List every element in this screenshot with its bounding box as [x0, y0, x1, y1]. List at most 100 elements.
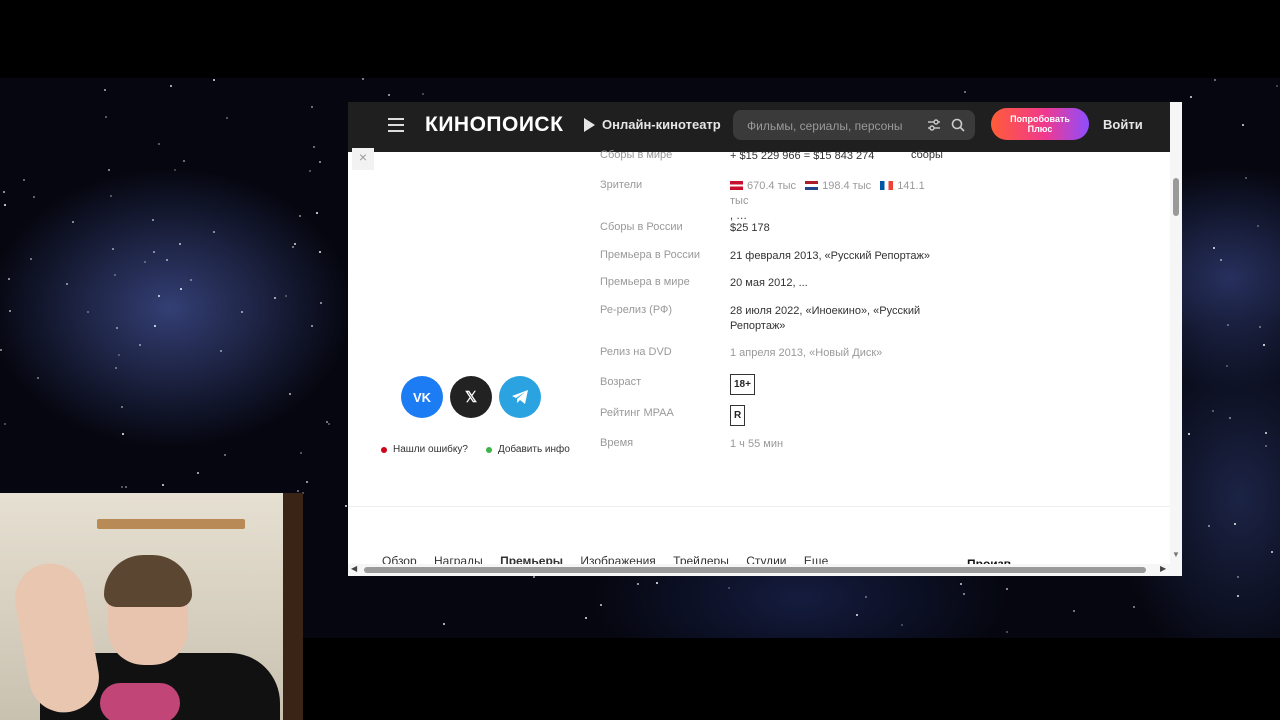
- star: [1271, 551, 1273, 553]
- star: [585, 617, 587, 619]
- star: [1259, 326, 1261, 328]
- report-error-link[interactable]: Нашли ошибку?: [393, 444, 468, 455]
- row-label: Ре-релиз (РФ): [600, 304, 673, 316]
- star: [153, 251, 155, 253]
- star: [121, 486, 123, 488]
- star: [306, 481, 308, 483]
- star: [600, 604, 602, 606]
- star: [144, 261, 146, 263]
- star: [66, 283, 68, 285]
- star: [122, 433, 124, 435]
- try-plus-button[interactable]: Попробовать Плюс: [991, 108, 1089, 140]
- star: [3, 191, 5, 193]
- star: [533, 576, 535, 578]
- star: [197, 472, 199, 474]
- star: [1190, 96, 1192, 98]
- telegram-share-button[interactable]: [499, 376, 541, 418]
- row-label: Сборы в мире: [600, 149, 673, 161]
- star: [1213, 247, 1215, 249]
- star: [362, 78, 364, 80]
- vk-share-button[interactable]: VK: [401, 376, 443, 418]
- row-label: Премьера в России: [600, 249, 701, 261]
- star: [33, 196, 35, 198]
- star: [289, 393, 291, 395]
- row-value[interactable]: 21 февраля 2013, «Русский Репортаж»: [730, 249, 950, 264]
- star: [179, 243, 181, 245]
- age-rating-badge[interactable]: 18+: [730, 374, 755, 395]
- star: [1234, 523, 1236, 525]
- row-value: $25 178: [730, 222, 770, 234]
- denmark-flag-icon: [730, 181, 743, 190]
- login-button[interactable]: Войти: [1103, 117, 1143, 132]
- star: [299, 215, 301, 217]
- star: [1227, 324, 1229, 326]
- row-label: Зрители: [600, 179, 643, 191]
- star: [1265, 445, 1267, 447]
- kinopoisk-logo[interactable]: КИНОПОИСК: [425, 113, 563, 137]
- star: [274, 297, 276, 299]
- scroll-down-arrow-icon[interactable]: ▼: [1172, 550, 1180, 559]
- star: [154, 325, 156, 327]
- star: [139, 344, 141, 346]
- online-cinema-link[interactable]: Онлайн-кинотеатр: [584, 117, 721, 132]
- row-label: Премьера в мире: [600, 276, 690, 288]
- add-info-link[interactable]: Добавить инфо: [498, 444, 570, 455]
- star: [316, 212, 318, 214]
- star: [180, 288, 182, 290]
- x-share-button[interactable]: 𝕏: [450, 376, 492, 418]
- star: [115, 367, 117, 369]
- star: [8, 278, 10, 280]
- star: [190, 279, 192, 281]
- star: [285, 295, 287, 297]
- star: [1208, 525, 1210, 527]
- star: [158, 295, 160, 297]
- scroll-left-arrow-icon[interactable]: ◀: [351, 564, 357, 573]
- row-value[interactable]: 20 мая 2012, ...: [730, 276, 950, 291]
- star: [960, 583, 962, 585]
- star: [1237, 576, 1239, 578]
- star: [114, 274, 116, 276]
- row-value[interactable]: 28 июля 2022, «Иноекино», «Русский Репор…: [730, 304, 950, 334]
- red-dot-icon: [381, 446, 387, 453]
- star: [183, 160, 185, 162]
- viewers-netherlands[interactable]: 198.4 тыс: [822, 180, 871, 192]
- star: [1220, 259, 1222, 261]
- close-icon[interactable]: ×: [352, 148, 374, 170]
- star: [1006, 631, 1008, 633]
- star: [104, 89, 106, 91]
- row-label: Релиз на DVD: [600, 346, 672, 358]
- search-icon[interactable]: [951, 118, 965, 132]
- row-value: R: [730, 405, 950, 426]
- horizontal-scrollbar[interactable]: ◀ ▶: [348, 564, 1182, 576]
- viewers-denmark[interactable]: 670.4 тыс: [747, 180, 796, 192]
- star: [388, 94, 390, 96]
- mpaa-rating-badge[interactable]: R: [730, 405, 746, 426]
- star: [656, 582, 658, 584]
- horizontal-scroll-thumb[interactable]: [364, 567, 1146, 573]
- netherlands-flag-icon: [805, 181, 819, 190]
- star: [1265, 432, 1267, 434]
- vertical-scroll-thumb[interactable]: [1173, 178, 1179, 216]
- row-label: Рейтинг MPAA: [600, 407, 674, 419]
- france-flag-icon: [880, 181, 894, 190]
- star: [1073, 610, 1075, 612]
- star: [1263, 344, 1265, 346]
- row-label: Возраст: [600, 376, 642, 388]
- star: [125, 486, 127, 488]
- site-header: КИНОПОИСК Онлайн-кинотеатр Попробовать П…: [348, 102, 1170, 152]
- star: [87, 311, 89, 313]
- star: [309, 170, 311, 172]
- filter-icon[interactable]: [927, 119, 941, 131]
- star: [162, 484, 164, 486]
- section-divider: [348, 506, 1170, 507]
- star: [300, 452, 302, 454]
- menu-icon[interactable]: [388, 118, 404, 132]
- star: [320, 302, 322, 304]
- search-input[interactable]: [745, 116, 909, 136]
- star: [328, 423, 330, 425]
- star: [9, 310, 11, 312]
- vertical-scrollbar[interactable]: ▼: [1170, 102, 1182, 568]
- star: [422, 93, 424, 95]
- scroll-right-arrow-icon[interactable]: ▶: [1160, 564, 1166, 573]
- star: [152, 219, 154, 221]
